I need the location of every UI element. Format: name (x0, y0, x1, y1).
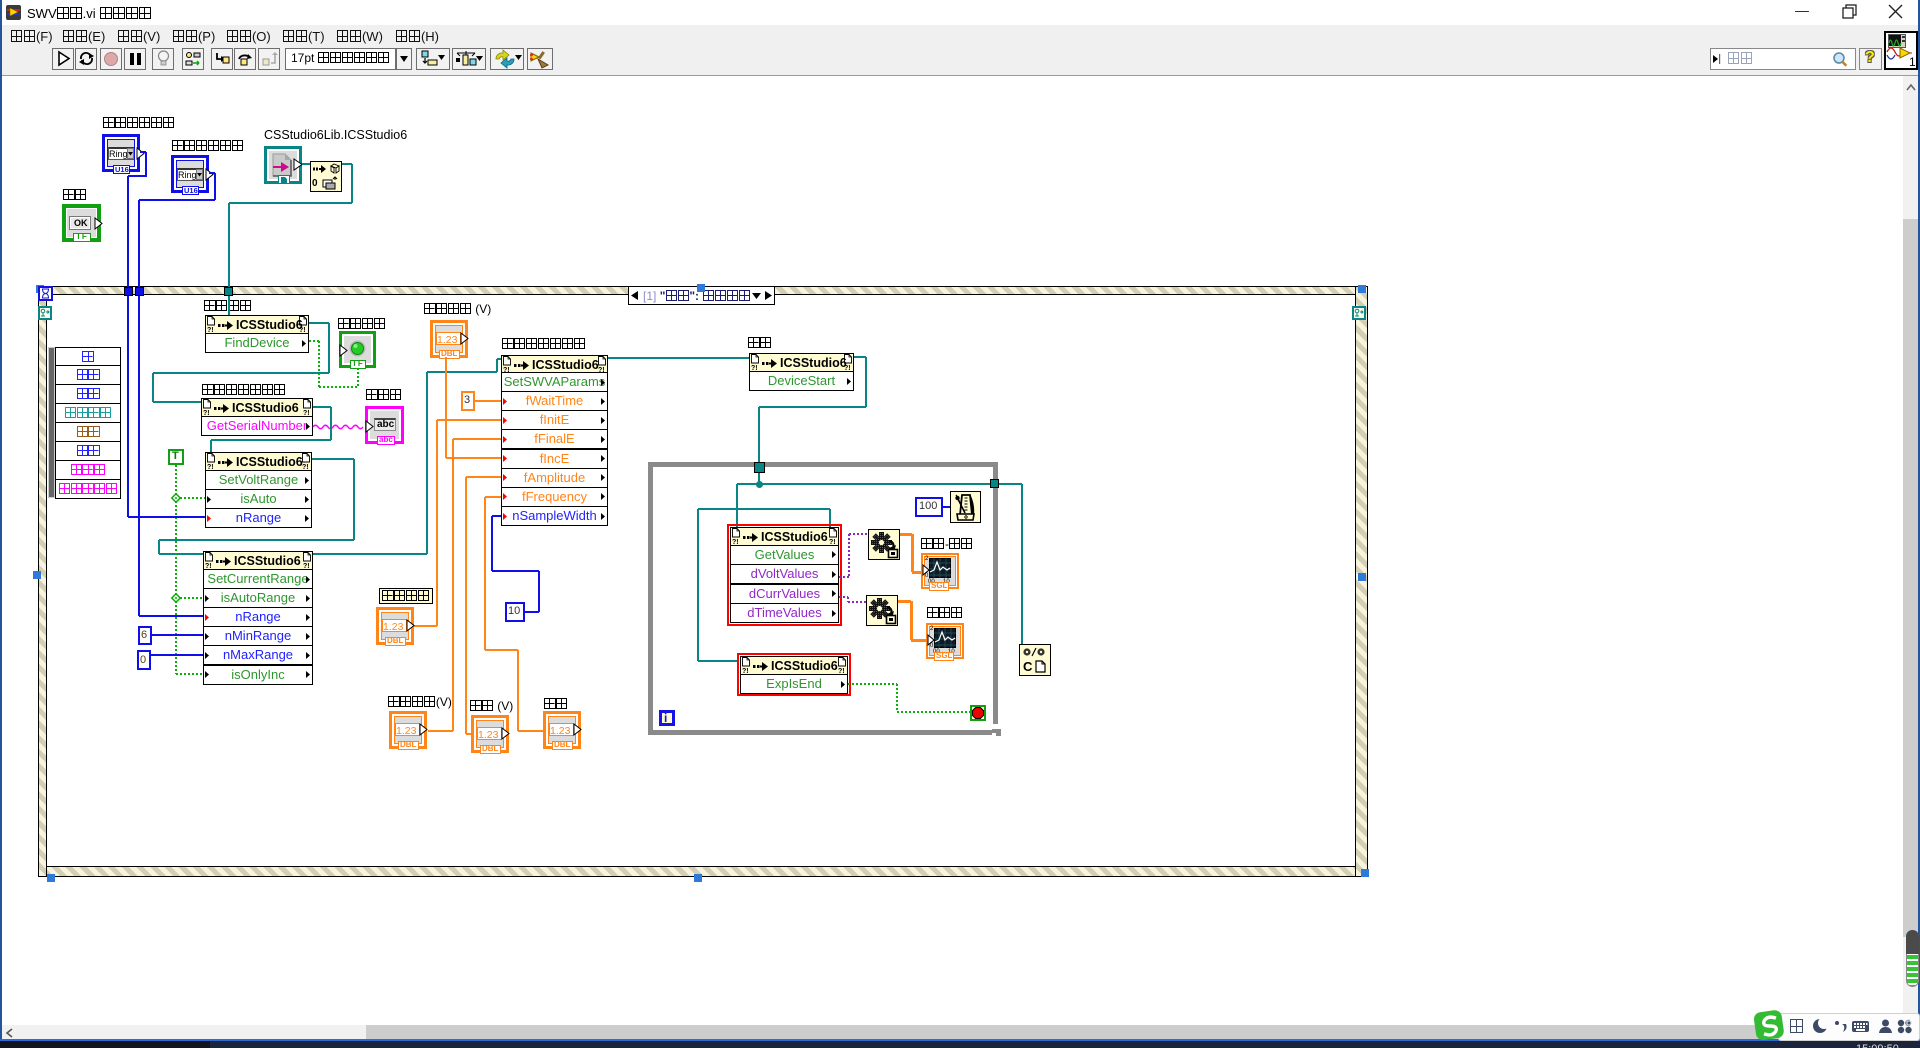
svg-text:C: C (1023, 659, 1033, 674)
